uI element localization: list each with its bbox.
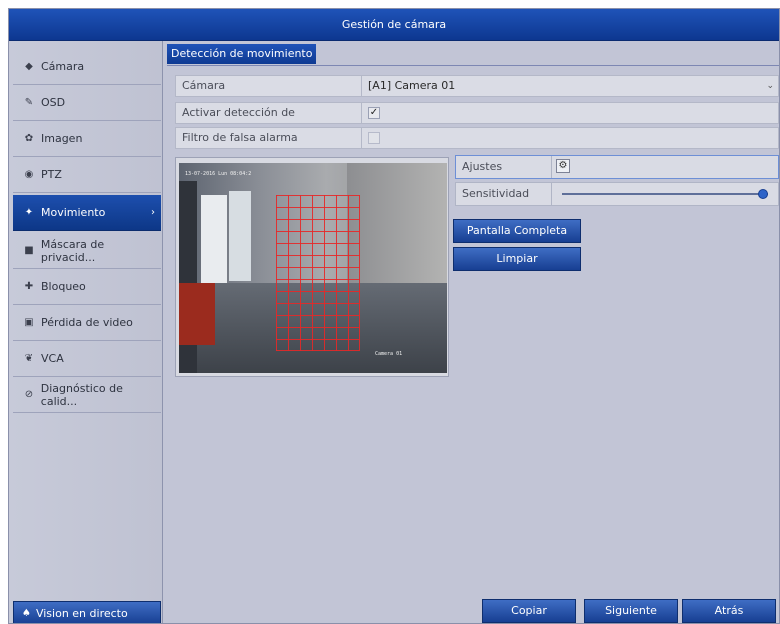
- sidebar-item-label: Movimiento: [41, 206, 106, 219]
- ajustes-cell: ⚙: [552, 156, 778, 178]
- sensitivity-slider[interactable]: [552, 183, 778, 205]
- tab-underline: [167, 65, 779, 66]
- live-view-button[interactable]: ♠ Vision en directo: [13, 601, 161, 623]
- next-button[interactable]: Siguiente: [584, 599, 678, 623]
- enable-motion-checkbox[interactable]: ✓: [368, 107, 380, 119]
- enable-motion-row: Activar detección de movimiento ✓: [175, 102, 779, 139]
- diagnostic-icon: ⊘: [24, 389, 34, 400]
- back-button[interactable]: Atrás: [682, 599, 776, 623]
- ajustes-row: Ajustes ⚙: [455, 155, 779, 179]
- live-view-label: Vision en directo: [35, 606, 128, 620]
- chevron-right-icon: ›: [151, 207, 155, 218]
- sidebar-item-ptz[interactable]: ◉ PTZ: [13, 157, 161, 193]
- false-alarm-cell: [362, 128, 778, 148]
- fullscreen-button[interactable]: Pantalla Completa: [453, 219, 581, 243]
- sidebar: ◆ Cámara ✎ OSD ✿ Imagen ◉ PTZ ✦ Movimien…: [9, 41, 163, 623]
- tamper-icon: ✚: [24, 281, 34, 292]
- scene-object: [179, 283, 215, 345]
- slider-track: [562, 193, 768, 195]
- camera-row: Cámara [A1] Camera 01 ⌄: [175, 75, 779, 97]
- gear-icon[interactable]: ⚙: [556, 159, 570, 173]
- image-icon: ✿: [24, 133, 34, 144]
- sidebar-item-vca[interactable]: ❦ VCA: [13, 341, 161, 377]
- motion-icon: ✦: [24, 207, 34, 218]
- sidebar-item-osd[interactable]: ✎ OSD: [13, 85, 161, 121]
- copy-button[interactable]: Copiar: [482, 599, 576, 623]
- clear-button[interactable]: Limpiar: [453, 247, 581, 271]
- camera-select-value: [A1] Camera 01: [368, 79, 456, 92]
- camera-icon: ◆: [25, 61, 33, 72]
- enable-motion-label: Activar detección de movimiento: [176, 103, 362, 139]
- ajustes-label: Ajustes: [456, 156, 552, 178]
- sidebar-item-diagnostic[interactable]: ⊘ Diagnóstico de calid...: [13, 377, 161, 413]
- tab-motion-detection[interactable]: Detección de movimiento: [167, 44, 317, 64]
- sidebar-item-label: Máscara de privacid...: [40, 237, 105, 264]
- sensitivity-label: Sensitividad: [456, 183, 552, 205]
- motion-preview[interactable]: 13-07-2016 Lun 08:04:2 Camera 01: [175, 157, 449, 377]
- sidebar-item-video-loss[interactable]: ▣ Pérdida de video: [13, 305, 161, 341]
- chevron-down-icon: ⌄: [766, 81, 774, 91]
- sidebar-item-label: PTZ: [41, 168, 62, 181]
- sidebar-item-privacy-mask[interactable]: ■ Máscara de privacid...: [13, 233, 161, 269]
- sidebar-item-label: OSD: [41, 96, 66, 109]
- sidebar-item-label: Pérdida de video: [41, 316, 133, 329]
- video-loss-icon: ▣: [24, 317, 34, 328]
- camera-feed: 13-07-2016 Lun 08:04:2 Camera 01: [179, 163, 447, 373]
- enable-motion-cell: ✓: [362, 103, 778, 123]
- sidebar-item-tamper[interactable]: ✚ Bloqueo: [13, 269, 161, 305]
- vca-icon: ❦: [24, 353, 34, 364]
- sidebar-item-camera[interactable]: ◆ Cámara: [13, 49, 161, 85]
- sidebar-item-label: Cámara: [41, 60, 85, 73]
- sidebar-item-image[interactable]: ✿ Imagen: [13, 121, 161, 157]
- window-title: Gestión de cámara: [9, 9, 779, 41]
- camera-management-window: Gestión de cámara ◆ Cámara ✎ OSD ✿ Image…: [8, 8, 780, 624]
- osd-icon: ✎: [24, 97, 34, 108]
- camera-select[interactable]: [A1] Camera 01 ⌄: [362, 76, 778, 96]
- sidebar-item-label: Bloqueo: [41, 280, 86, 293]
- motion-area-grid[interactable]: [276, 195, 360, 351]
- osd-camera-name: Camera 01: [375, 351, 403, 357]
- home-icon: ♠: [22, 607, 31, 619]
- false-alarm-row: Filtro de falsa alarma: [175, 127, 779, 149]
- camera-label: Cámara: [176, 76, 362, 96]
- false-alarm-checkbox[interactable]: [368, 132, 380, 144]
- sidebar-item-label: Imagen: [41, 132, 83, 145]
- sensitivity-row: Sensitividad: [455, 182, 779, 206]
- sidebar-item-label: VCA: [41, 352, 64, 365]
- sidebar-item-motion[interactable]: ✦ Movimiento ›: [13, 195, 161, 231]
- privacy-mask-icon: ■: [24, 245, 34, 256]
- ptz-icon: ◉: [24, 169, 34, 180]
- scene-window: [201, 195, 227, 283]
- osd-timestamp: 13-07-2016 Lun 08:04:2: [185, 171, 252, 177]
- false-alarm-label: Filtro de falsa alarma: [176, 128, 362, 148]
- sidebar-item-label: Diagnóstico de calid...: [40, 381, 123, 408]
- slider-knob[interactable]: [758, 189, 768, 199]
- scene-window: [229, 191, 251, 281]
